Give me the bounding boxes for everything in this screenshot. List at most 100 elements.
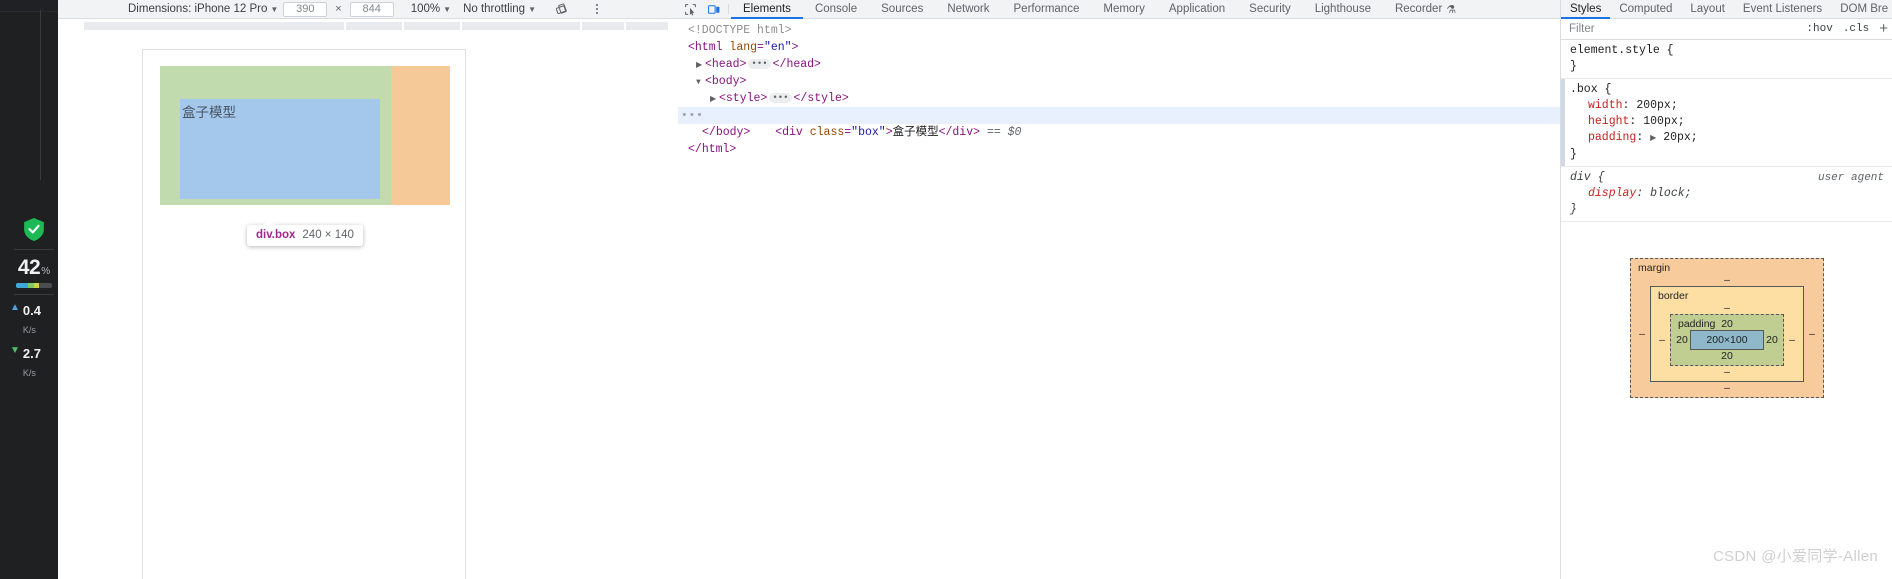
dom-line-html-open[interactable]: <html lang="en"> (678, 39, 1560, 56)
zoom-dropdown-caret-icon[interactable]: ▼ (443, 5, 451, 14)
tab-performance[interactable]: Performance (1002, 0, 1092, 18)
device-toolbar-more-options-icon[interactable] (590, 4, 604, 14)
dom-line-body-open[interactable]: ▼ <body> (678, 73, 1560, 90)
dom-line-body-close[interactable]: </body> (678, 124, 1560, 141)
tab-security[interactable]: Security (1237, 0, 1303, 18)
dom-line-head[interactable]: ▶ <head> ••• </head> (678, 56, 1560, 73)
csdn-watermark: CSDN @小爱同学-Allen (1712, 548, 1878, 565)
device-toolbar-icon[interactable] (702, 0, 726, 18)
box-model-content[interactable]: 200×100 (1690, 330, 1764, 350)
tab-sources[interactable]: Sources (869, 0, 935, 18)
html-close-tag-name: html (701, 143, 730, 156)
box-model-padding[interactable]: padding 20 20 200×100 20 20 (1670, 314, 1784, 366)
box-model-margin-right[interactable]: – (1804, 328, 1820, 340)
dom-line-div-box[interactable]: ••• <div class="box">盒子模型</div> == $0 (678, 107, 1560, 139)
body-tag-name: body (711, 75, 740, 88)
declaration-value-display[interactable]: block; (1650, 187, 1691, 200)
box-model-border-left[interactable]: – (1654, 334, 1670, 346)
declaration-name-width[interactable]: width (1570, 98, 1623, 114)
tab-event-listeners-label: Event Listeners (1742, 3, 1823, 15)
collapsed-children-icon[interactable]: ••• (748, 58, 771, 69)
tab-memory[interactable]: Memory (1091, 0, 1157, 18)
rail-divider (40, 10, 41, 180)
css-rule-div-user-agent[interactable]: div {user agent display: block; } (1561, 167, 1892, 222)
box-model-padding-bottom[interactable]: 20 (1674, 350, 1780, 362)
dom-line-doctype[interactable]: <!DOCTYPE html> (678, 22, 1560, 39)
styles-filter-input[interactable] (1565, 20, 1797, 38)
hover-state-button[interactable]: :hov (1806, 23, 1832, 35)
tab-styles[interactable]: Styles (1561, 0, 1611, 19)
declaration-value-width[interactable]: 200px; (1636, 99, 1677, 112)
throttling-label[interactable]: No throttling (463, 3, 525, 15)
inspect-element-icon[interactable] (678, 0, 702, 18)
tooltip-dimensions: 240 × 140 (302, 229, 354, 241)
collapse-triangle-icon[interactable]: ▼ (696, 74, 705, 91)
head-close-tag-name: head (786, 58, 815, 71)
declaration-value-height[interactable]: 100px; (1643, 115, 1684, 128)
device-dropdown-caret-icon[interactable]: ▼ (270, 5, 278, 14)
box-model-border-bottom[interactable]: – (1654, 366, 1800, 378)
box-model-margin[interactable]: margin – – border – – padding 20 20 200×… (1630, 258, 1824, 398)
rule-close-brace-2: } (1570, 203, 1577, 216)
declaration-name-display[interactable]: display (1570, 186, 1636, 202)
box-model-padding-right[interactable]: 20 (1764, 334, 1780, 346)
rotate-device-icon[interactable] (554, 1, 570, 17)
box-model-margin-left[interactable]: – (1634, 328, 1650, 340)
zoom-level-label[interactable]: 100% (411, 3, 440, 15)
expand-triangle-icon-style[interactable]: ▶ (710, 91, 719, 108)
body-close-tag-name: body (715, 126, 744, 139)
tab-event-listeners[interactable]: Event Listeners (1734, 0, 1831, 18)
collapsed-style-icon[interactable]: ••• (769, 92, 792, 103)
styles-sidebar: Styles Computed Layout Event Listeners D… (1560, 0, 1892, 579)
tab-elements-label: Elements (743, 3, 791, 15)
box-model-margin-bottom[interactable]: – (1634, 382, 1820, 394)
tab-security-label: Security (1249, 3, 1291, 15)
arrow-up-icon: ▲ (10, 302, 20, 313)
tab-computed[interactable]: Computed (1610, 0, 1681, 18)
box-model-margin-label: margin (1638, 262, 1671, 274)
box-model-margin-top[interactable]: – (1634, 274, 1820, 286)
tab-lighthouse-label: Lighthouse (1314, 3, 1371, 15)
cpu-usage: 42 % (10, 256, 58, 280)
network-download: ▼ 2.7 K/s (10, 345, 58, 381)
class-editor-button[interactable]: .cls (1843, 23, 1869, 35)
dom-line-html-close[interactable]: </html> (678, 141, 1560, 158)
tab-layout[interactable]: Layout (1681, 0, 1734, 18)
css-rule-box[interactable]: .box { width: 200px; height: 100px; padd… (1561, 79, 1892, 167)
tab-layout-label: Layout (1690, 3, 1725, 15)
tab-network[interactable]: Network (935, 0, 1001, 18)
rule-selector-box[interactable]: .box { (1570, 83, 1611, 96)
style-close-tag-name: style (807, 92, 842, 105)
new-style-rule-button[interactable]: + (1879, 21, 1888, 36)
tab-network-label: Network (947, 3, 990, 15)
rule-selector-element-style[interactable]: element.style { (1570, 44, 1674, 57)
box-model-padding-left[interactable]: 20 (1674, 334, 1690, 346)
viewport-height-input[interactable] (349, 1, 394, 17)
tab-dom-breakpoints[interactable]: DOM Bre (1831, 0, 1892, 18)
elements-dom-tree[interactable]: <!DOCTYPE html> <html lang="en"> ▶ <head>… (678, 19, 1560, 579)
page-preview-viewport: 盒子模型 div.box 240 × 140 (58, 19, 678, 579)
node-badge-icon[interactable]: ••• (681, 108, 704, 125)
declaration-value-padding[interactable]: 20px; (1663, 131, 1698, 144)
tab-lighthouse[interactable]: Lighthouse (1303, 0, 1383, 18)
device-dimensions-label[interactable]: Dimensions: iPhone 12 Pro (128, 3, 267, 15)
expand-triangle-icon[interactable]: ▶ (696, 57, 705, 74)
css-rule-element-style[interactable]: element.style { } (1561, 40, 1892, 79)
box-model-padding-top[interactable]: 20 (1721, 318, 1733, 330)
tab-dom-breakpoints-label: DOM Bre (1840, 3, 1889, 15)
tab-console[interactable]: Console (803, 0, 869, 18)
tab-application-label: Application (1168, 3, 1226, 15)
declaration-name-height[interactable]: height (1570, 114, 1629, 130)
dom-line-style[interactable]: ▶ <style> ••• </style> (678, 90, 1560, 107)
rule-selector-div[interactable]: div { (1570, 171, 1605, 184)
rail-top-strip (0, 0, 58, 12)
tab-recorder[interactable]: Recorder ⚗ (1383, 0, 1468, 18)
declaration-name-padding[interactable]: padding (1570, 130, 1636, 146)
box-model-border-top[interactable]: – (1654, 302, 1800, 314)
tab-application[interactable]: Application (1157, 0, 1237, 18)
throttling-dropdown-caret-icon[interactable]: ▼ (528, 5, 536, 14)
tab-elements[interactable]: Elements (731, 0, 803, 19)
box-model-border-right[interactable]: – (1784, 334, 1800, 346)
box-model-border[interactable]: border – – padding 20 20 200×100 20 20 –… (1650, 286, 1804, 382)
viewport-width-input[interactable] (283, 1, 328, 17)
